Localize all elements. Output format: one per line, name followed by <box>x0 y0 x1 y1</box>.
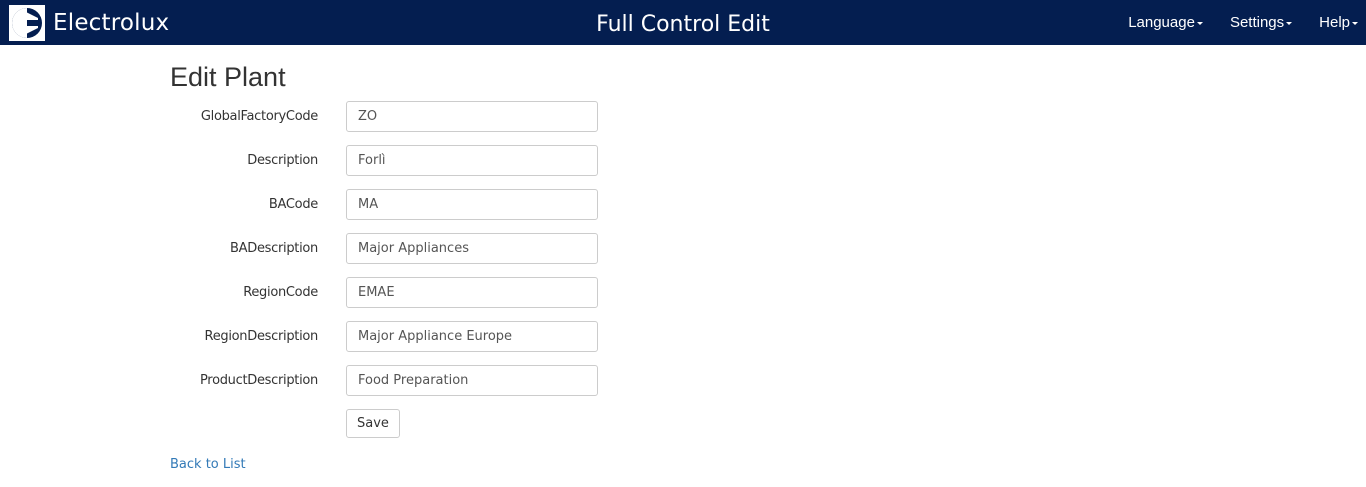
settings-menu-label: Settings <box>1229 14 1285 31</box>
form-row-ba-description: BADescription <box>170 233 870 277</box>
help-menu-label: Help <box>1319 14 1350 31</box>
help-menu[interactable]: Help <box>1311 14 1366 31</box>
caret-down-icon <box>1286 22 1293 25</box>
region-code-input[interactable] <box>346 277 598 308</box>
language-menu[interactable]: Language <box>1120 14 1211 31</box>
language-menu-label: Language <box>1128 14 1195 31</box>
form-row-region-description: RegionDescription <box>170 321 870 365</box>
region-description-input[interactable] <box>346 321 598 352</box>
settings-menu[interactable]: Settings <box>1222 14 1300 31</box>
form-actions: Save <box>170 409 870 453</box>
caret-down-icon <box>1352 22 1358 25</box>
form-row-product-description: ProductDescription <box>170 365 870 409</box>
caret-down-icon <box>1196 22 1203 25</box>
global-factory-code-input[interactable] <box>346 101 598 132</box>
page-title: Edit Plant <box>170 62 286 92</box>
product-description-input[interactable] <box>346 365 598 396</box>
main-content: Edit Plant GlobalFactoryCode Description… <box>170 60 870 473</box>
form-row-ba-code: BACode <box>170 189 870 233</box>
nav-menu: Language Settings Help <box>1120 0 1366 45</box>
form-row-description: Description <box>170 145 870 189</box>
region-description-label: RegionDescription <box>204 329 319 344</box>
ba-description-input[interactable] <box>346 233 598 264</box>
description-label: Description <box>247 153 318 168</box>
form-row-global-factory-code: GlobalFactoryCode <box>170 101 870 145</box>
product-description-label: ProductDescription <box>200 373 318 388</box>
description-input[interactable] <box>346 145 598 176</box>
top-navbar: Electrolux Full Control Edit Language Se… <box>0 0 1366 45</box>
global-factory-code-label: GlobalFactoryCode <box>200 109 318 124</box>
ba-code-label: BACode <box>268 197 318 212</box>
back-to-list-link[interactable]: Back to List <box>170 457 246 472</box>
ba-description-label: BADescription <box>230 241 318 256</box>
ba-code-input[interactable] <box>346 189 598 220</box>
save-button[interactable]: Save <box>346 409 400 438</box>
region-code-label: RegionCode <box>243 285 318 300</box>
form-row-region-code: RegionCode <box>170 277 870 321</box>
